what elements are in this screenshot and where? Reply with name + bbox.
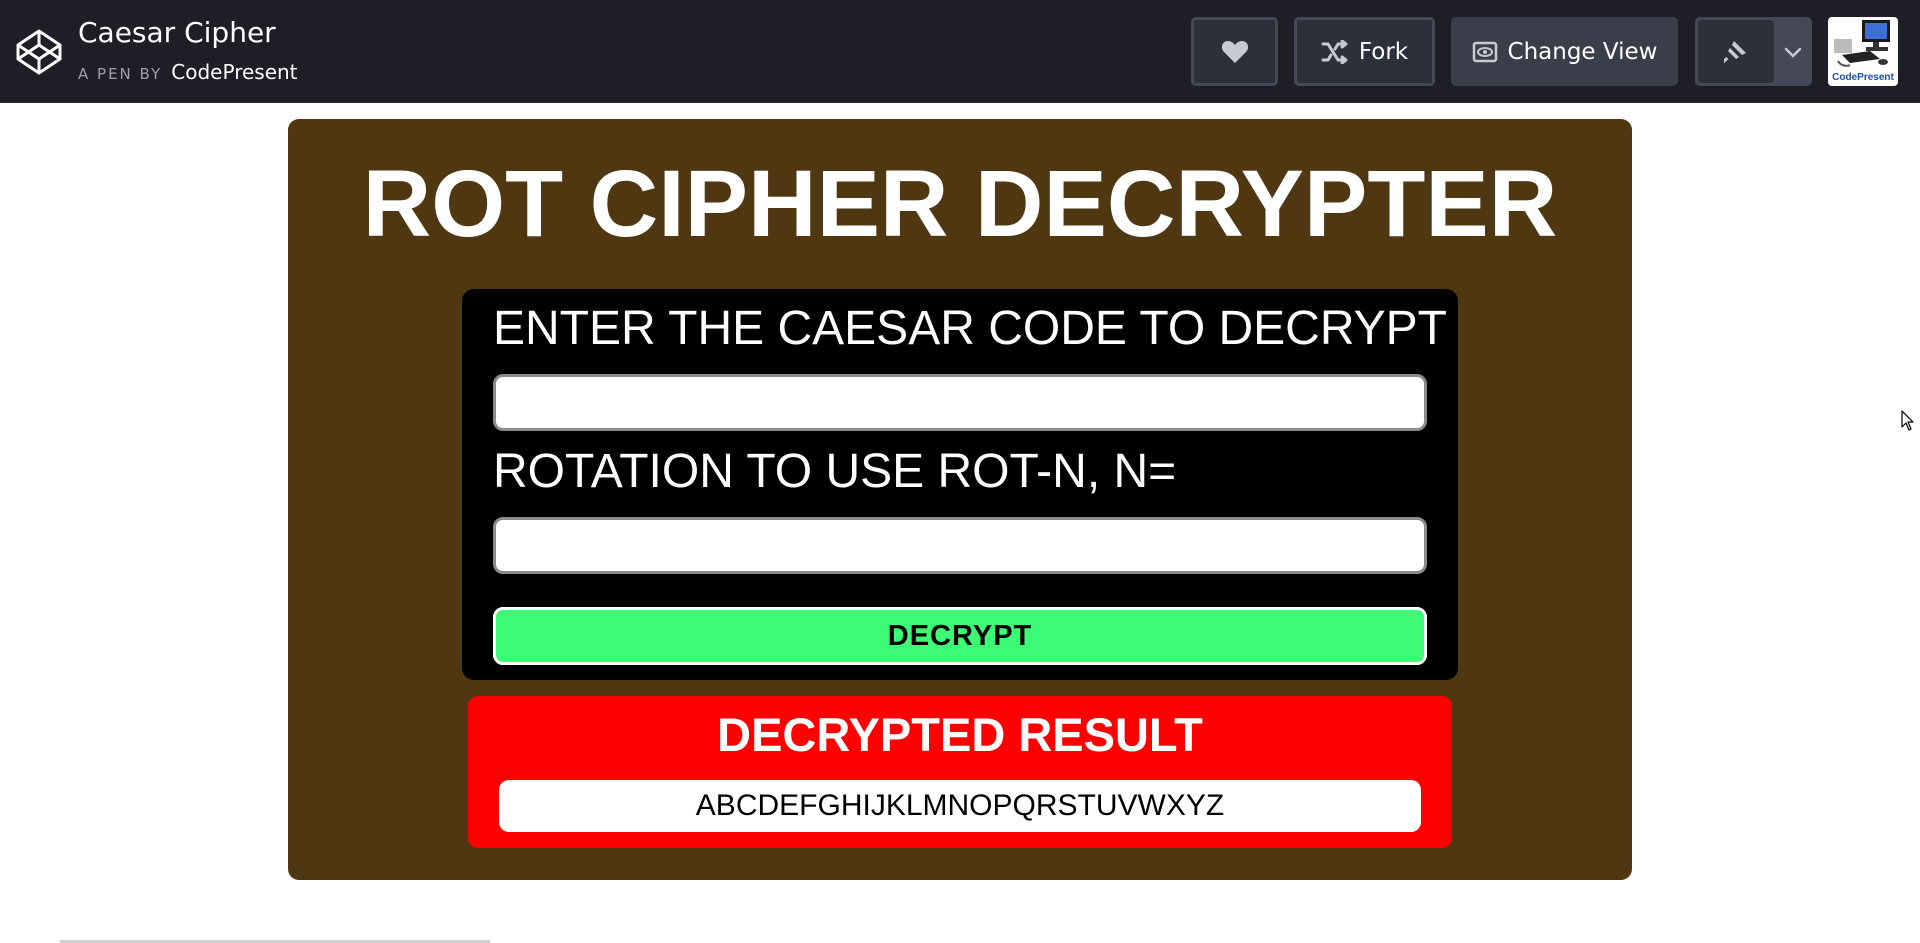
decrypt-button[interactable]: DECRYPT <box>493 607 1427 665</box>
avatar-computer-icon <box>1834 20 1890 67</box>
like-button[interactable] <box>1191 17 1278 86</box>
byline-prefix: A PEN BY <box>78 65 163 83</box>
rotation-label: ROTATION TO USE ROT-N, N= <box>493 445 1177 498</box>
app-title: ROT CIPHER DECRYPTER <box>362 151 1558 257</box>
codepen-logo-icon[interactable] <box>14 27 64 77</box>
decrypter-panel: ROT CIPHER DECRYPTER ENTER THE CAESAR CO… <box>288 119 1632 880</box>
pen-title: Caesar Cipher <box>78 16 276 49</box>
mouse-cursor-icon <box>1901 410 1914 431</box>
eye-icon <box>1472 41 1497 62</box>
pin-icon <box>1724 40 1746 65</box>
pin-button-group <box>1695 17 1812 86</box>
chevron-down-icon <box>1784 47 1802 58</box>
pin-button[interactable] <box>1698 20 1774 83</box>
code-input[interactable] <box>493 374 1427 431</box>
fork-button[interactable]: Fork <box>1294 17 1435 86</box>
code-label: ENTER THE CAESAR CODE TO DECRYPT <box>493 302 1447 355</box>
result-output: ABCDEFGHIJKLMNOPQRSTUVWXYZ <box>499 780 1421 832</box>
author-link[interactable]: CodePresent <box>171 60 297 84</box>
codepen-header: Caesar Cipher A PEN BY CodePresent Fork … <box>0 0 1920 103</box>
change-view-label: Change View <box>1507 38 1658 65</box>
pen-byline: A PEN BY CodePresent <box>78 60 298 84</box>
avatar-caption: CodePresent <box>1832 72 1894 83</box>
result-title: DECRYPTED RESULT <box>717 708 1203 761</box>
fork-label: Fork <box>1358 38 1409 65</box>
change-view-button[interactable]: Change View <box>1451 17 1678 86</box>
fork-icon <box>1321 39 1348 64</box>
heart-icon <box>1221 40 1248 63</box>
rotation-input[interactable] <box>493 517 1427 574</box>
pin-options-dropdown[interactable] <box>1774 20 1812 83</box>
result-box: DECRYPTED RESULT ABCDEFGHIJKLMNOPQRSTUVW… <box>468 696 1452 848</box>
user-avatar[interactable]: CodePresent <box>1828 17 1898 86</box>
input-form: ENTER THE CAESAR CODE TO DECRYPT ROTATIO… <box>462 289 1458 680</box>
